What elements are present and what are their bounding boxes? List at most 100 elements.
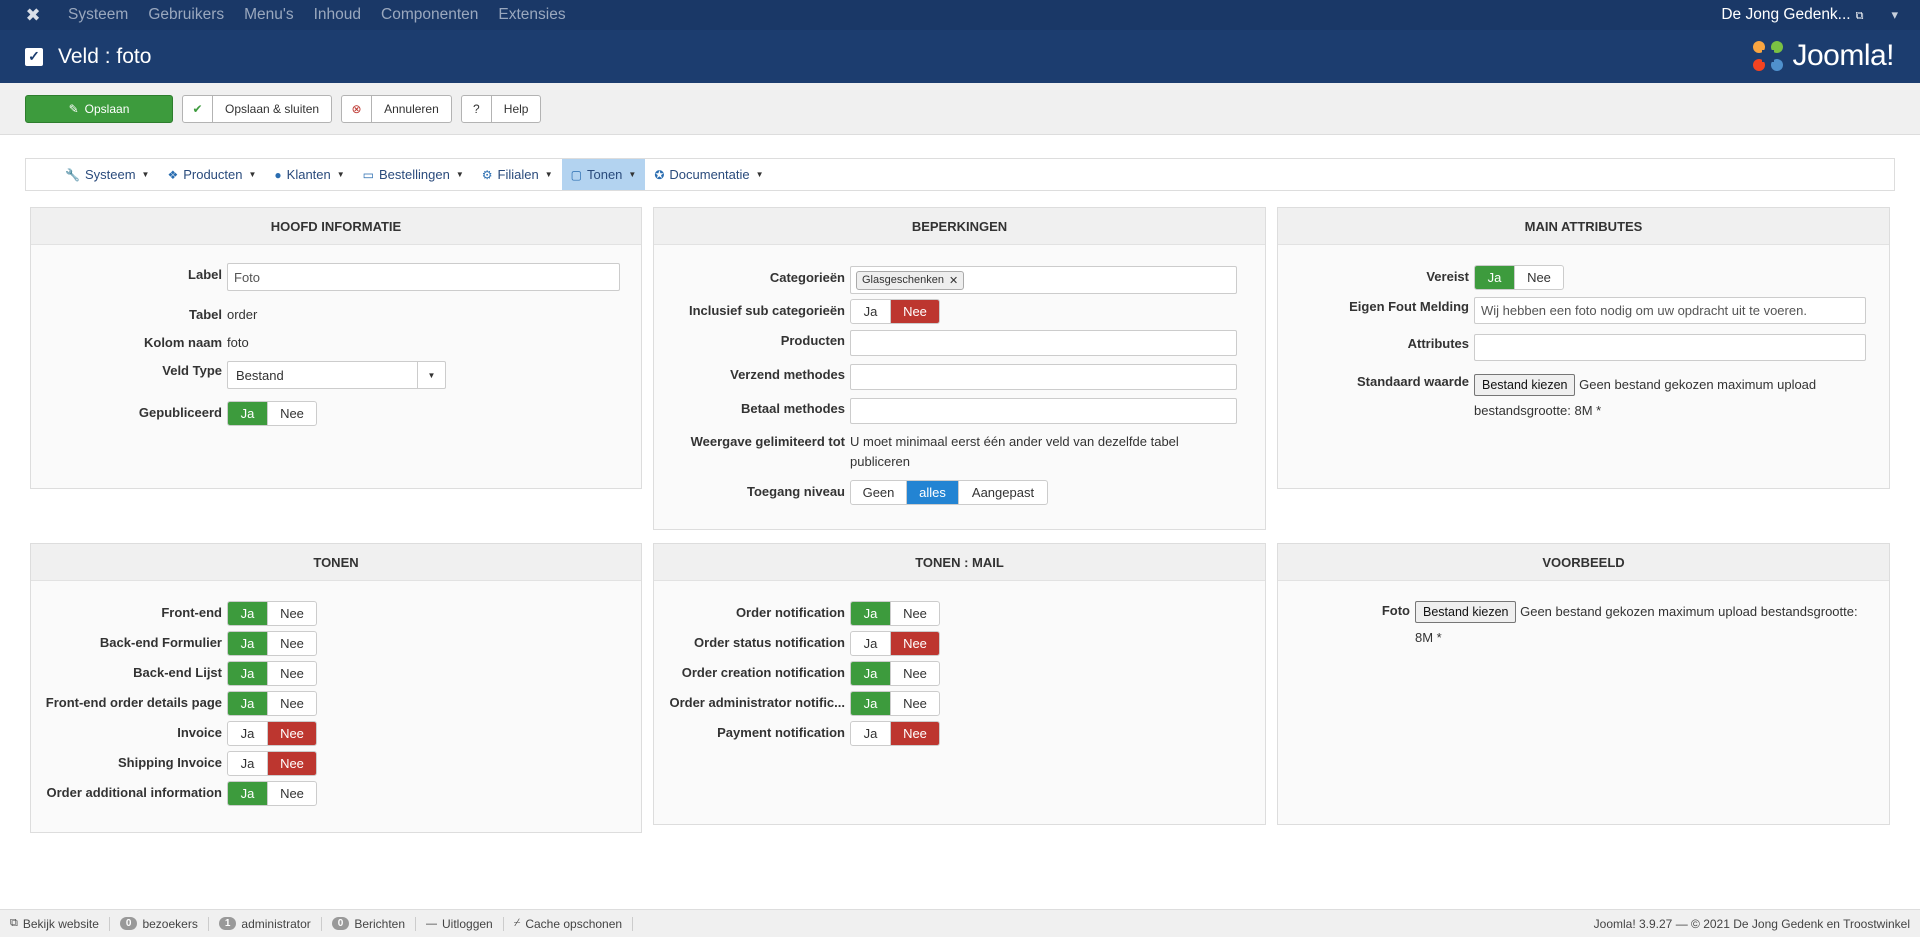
- toggle-ja[interactable]: Ja: [228, 692, 268, 715]
- toggle-nee[interactable]: Nee: [891, 300, 939, 323]
- verzend-input[interactable]: [850, 364, 1237, 390]
- user-menu-icon[interactable]: ▾: [1891, 7, 1898, 23]
- messages-item[interactable]: 0 Berichten: [322, 916, 417, 931]
- toggle-nee[interactable]: Nee: [268, 752, 316, 775]
- toggle-ja[interactable]: Ja: [228, 752, 268, 775]
- toggle-nee[interactable]: Nee: [1515, 266, 1563, 289]
- top-menu-menus[interactable]: Menu's: [234, 0, 303, 30]
- cmenu-systeem[interactable]: 🔧 Systeem ▼: [56, 159, 158, 190]
- caret-down-icon: ▼: [248, 170, 257, 179]
- toggle-ja[interactable]: Ja: [228, 402, 268, 425]
- toggle-ja[interactable]: Ja: [851, 602, 891, 625]
- toggle-row-label: Invoice: [177, 725, 222, 740]
- toggle-ja[interactable]: Ja: [851, 692, 891, 715]
- standaard-label: Standaard waarde: [1357, 374, 1469, 389]
- toggle-ja[interactable]: Ja: [228, 782, 268, 805]
- toggle-ja[interactable]: Ja: [228, 722, 268, 745]
- toggle-nee[interactable]: Nee: [268, 402, 316, 425]
- toegang-alles[interactable]: alles: [907, 481, 959, 504]
- top-menu-inhoud[interactable]: Inhoud: [304, 0, 371, 30]
- panel-tonen-mail: TONEN : MAIL Order notification Ja Nee Orde…: [653, 543, 1266, 825]
- visitors-item[interactable]: 0 bezoekers: [110, 916, 209, 931]
- question-icon: ?: [462, 95, 492, 122]
- remove-tag-icon[interactable]: ✕: [949, 274, 958, 287]
- toggle-nee[interactable]: Nee: [268, 632, 316, 655]
- panel-title: BEPERKINGEN: [654, 208, 1265, 245]
- toggle-row: Order additional information Ja Nee: [31, 781, 641, 806]
- toggle-nee[interactable]: Nee: [891, 692, 939, 715]
- logout-link[interactable]: — Uitloggen: [416, 916, 504, 931]
- row-toegang: Toegang niveau Geen alles Aangepast: [654, 480, 1265, 505]
- admin-label: administrator: [241, 916, 311, 931]
- veld-type-select[interactable]: Bestand ▼: [227, 361, 446, 389]
- row-weergave: Weergave gelimiteerd tot U moet minimaal…: [654, 434, 1265, 472]
- file-status-text: Geen bestand gekozen maximum upload best…: [1520, 604, 1858, 619]
- toggle-ja[interactable]: Ja: [851, 632, 891, 655]
- toggle-nee[interactable]: Nee: [891, 662, 939, 685]
- row-betaal: Betaal methodes: [654, 398, 1265, 424]
- toggle-ja[interactable]: Ja: [228, 662, 268, 685]
- toggle-nee[interactable]: Nee: [891, 632, 939, 655]
- top-menu-extensies[interactable]: Extensies: [488, 0, 575, 30]
- view-site-label: Bekijk website: [22, 916, 99, 931]
- file-choose-button[interactable]: Bestand kiezen: [1474, 374, 1576, 396]
- tabel-value: order: [227, 307, 258, 322]
- toggle-ja[interactable]: Ja: [228, 632, 268, 655]
- admin-item[interactable]: 1 administrator: [209, 916, 322, 931]
- yes-no-toggle: Ja Nee: [850, 601, 940, 626]
- row-vereist: Vereist Ja Nee: [1278, 265, 1889, 290]
- top-menu-gebruikers[interactable]: Gebruikers: [138, 0, 234, 30]
- betaal-input[interactable]: [850, 398, 1237, 424]
- help-label: Help: [503, 101, 529, 116]
- toggle-nee[interactable]: Nee: [268, 722, 316, 745]
- component-menu: 🔧 Systeem ▼ ❖ Producten ▼ ● Klanten ▼ ▭ Bestell…: [25, 158, 1895, 191]
- toggle-nee[interactable]: Nee: [268, 662, 316, 685]
- cmenu-filialen[interactable]: ⚙ Filialen ▼: [473, 159, 562, 190]
- site-link[interactable]: De Jong Gedenk... ⧉: [1721, 6, 1863, 24]
- cmenu-klanten[interactable]: ● Klanten ▼: [265, 159, 353, 190]
- toegang-aangepast[interactable]: Aangepast: [959, 481, 1047, 504]
- toggle-nee[interactable]: Nee: [891, 722, 939, 745]
- cmenu-tonen[interactable]: ▢ Tonen ▼: [561, 159, 646, 190]
- toegang-geen[interactable]: Geen: [851, 481, 907, 504]
- save-close-button[interactable]: ✔ Opslaan & sluiten: [182, 94, 333, 123]
- joomla-logo-icon[interactable]: ✖: [16, 0, 50, 30]
- yes-no-toggle: Ja Nee: [227, 661, 317, 686]
- attributes-input[interactable]: [1474, 334, 1866, 361]
- toggle-ja[interactable]: Ja: [228, 602, 268, 625]
- fout-melding-input[interactable]: Wij hebben een foto nodig om uw opdracht…: [1474, 297, 1866, 324]
- toggle-ja[interactable]: Ja: [1475, 266, 1515, 289]
- clear-cache-link[interactable]: ⌿ Cache opschonen: [504, 916, 634, 931]
- panel-title: HOOFD INFORMATIE: [31, 208, 641, 245]
- toggle-nee[interactable]: Nee: [891, 602, 939, 625]
- top-menu-componenten[interactable]: Componenten: [371, 0, 488, 30]
- toggle-row: Back-end Formulier Ja Nee: [31, 631, 641, 656]
- toggle-row: Order status notification Ja Nee: [654, 631, 1265, 656]
- save-button[interactable]: ✎ Opslaan: [25, 94, 173, 123]
- toggle-row-label: Back-end Lijst: [133, 665, 222, 680]
- toggle-ja[interactable]: Ja: [851, 722, 891, 745]
- top-menu-systeem[interactable]: Systeem: [58, 0, 138, 30]
- cmenu-documentatie[interactable]: ✪ Documentatie ▼: [645, 159, 772, 190]
- toggle-nee[interactable]: Nee: [268, 692, 316, 715]
- cmenu-bestellingen[interactable]: ▭ Bestellingen ▼: [354, 159, 473, 190]
- toggle-nee[interactable]: Nee: [268, 602, 316, 625]
- cmenu-producten[interactable]: ❖ Producten ▼: [158, 159, 265, 190]
- cancel-button[interactable]: ⊗ Annuleren: [341, 94, 452, 123]
- file-choose-button[interactable]: Bestand kiezen: [1415, 601, 1517, 623]
- row-veld-type: Veld Type Bestand ▼: [31, 361, 641, 389]
- credit-card-icon: ▭: [362, 167, 375, 182]
- toggle-ja[interactable]: Ja: [851, 300, 891, 323]
- help-button[interactable]: ? Help: [460, 94, 542, 123]
- caret-down-icon: ▼: [628, 170, 637, 179]
- save-close-label: Opslaan & sluiten: [225, 101, 320, 116]
- producten-input[interactable]: [850, 330, 1237, 356]
- toggle-ja[interactable]: Ja: [851, 662, 891, 685]
- caret-down-icon: ▼: [455, 170, 464, 179]
- categorieen-input[interactable]: Glasgeschenken ✕: [850, 266, 1237, 294]
- file-size-text: 8M *: [1415, 630, 1442, 645]
- messages-badge: 0: [331, 917, 350, 930]
- toggle-nee[interactable]: Nee: [268, 782, 316, 805]
- label-input[interactable]: Foto: [227, 263, 620, 291]
- view-site-link[interactable]: ⧉ Bekijk website: [0, 916, 110, 931]
